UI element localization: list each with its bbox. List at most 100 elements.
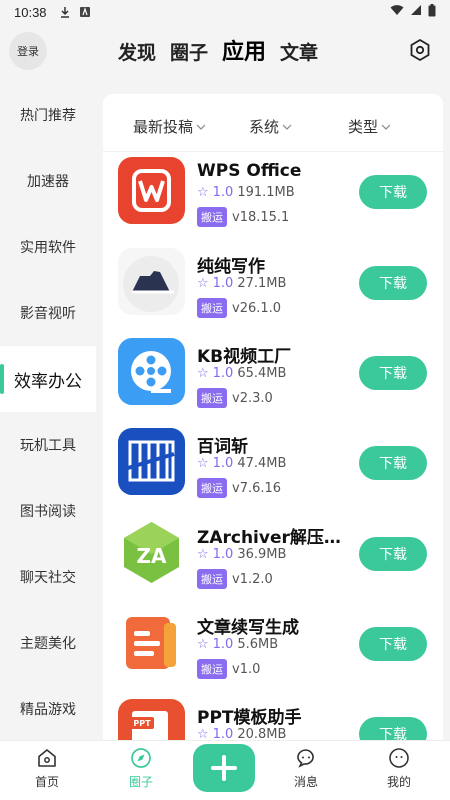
app-size: 20.8MB [237, 727, 287, 740]
star-icon: ☆ [197, 547, 209, 562]
app-row-kbvideo[interactable]: KB视频工厂 ☆ 1.0 65.4MB 搬运 v2.3.0 下载 [103, 338, 443, 428]
app-row-baicizhan[interactable]: 百词斩 ☆ 1.0 47.4MB 搬运 v7.6.16 下载 [103, 428, 443, 518]
type-filter[interactable]: 类型 [348, 116, 391, 137]
sidebar-item-social[interactable]: 聊天社交 [0, 544, 96, 610]
app-version: v1.0 [232, 661, 261, 677]
app-rating: 1.0 [212, 276, 234, 291]
sidebar-item-media[interactable]: 影音视听 [0, 280, 96, 346]
download-button[interactable]: 下载 [359, 446, 427, 480]
download-button[interactable]: 下载 [359, 356, 427, 390]
repost-badge: 搬运 [197, 569, 227, 589]
profile-face-icon [389, 748, 409, 768]
app-tags: 搬运 v1.2.0 [197, 569, 273, 589]
category-sidebar: 热门推荐 加速器 实用软件 影音视听 效率办公 玩机工具 图书阅读 聊天社交 主… [0, 82, 96, 740]
plus-icon [211, 755, 237, 781]
app-size: 191.1MB [237, 185, 295, 200]
app-list-panel: 最新投稿 系统 类型 WPS Office ☆ 1.0 191.1MB 搬运 v… [103, 94, 443, 740]
sidebar-item-accelerator[interactable]: 加速器 [0, 148, 96, 214]
sidebar-item-office[interactable]: 效率办公 [0, 346, 96, 412]
compass-icon [131, 748, 151, 768]
app-rating: 1.0 [212, 456, 234, 471]
login-button[interactable]: 登录 [9, 32, 47, 70]
tab-articles[interactable]: 文章 [280, 38, 318, 65]
app-name: PPT模板助手 [197, 708, 302, 728]
notification-icon [79, 6, 91, 18]
app-name: ZArchiver解压缩… [197, 528, 347, 548]
star-icon: ☆ [197, 366, 209, 381]
download-button[interactable]: 下载 [359, 266, 427, 300]
app-row-ppt[interactable]: PPT PPT模板助手 ☆ 1.0 20.8MB 下载 [103, 699, 443, 740]
nav-messages[interactable]: 消息 [276, 747, 336, 790]
app-size: 36.9MB [237, 547, 287, 562]
sidebar-item-books[interactable]: 图书阅读 [0, 478, 96, 544]
svg-text:PPT: PPT [133, 719, 151, 728]
chevron-down-icon [381, 124, 391, 130]
app-tags: 搬运 v1.0 [197, 659, 260, 679]
nav-circle-label: 圈子 [128, 775, 153, 789]
chevron-down-icon [196, 124, 206, 130]
sidebar-item-themes[interactable]: 主题美化 [0, 610, 96, 676]
app-tags: 搬运 v7.6.16 [197, 478, 281, 498]
add-button[interactable] [193, 744, 255, 792]
chevron-down-icon [282, 124, 292, 130]
nav-home[interactable]: 首页 [17, 747, 77, 790]
app-meta: ☆ 1.0 36.9MB [197, 547, 286, 562]
sort-filter-label: 最新投稿 [133, 118, 194, 136]
chat-bubble-icon [297, 749, 314, 768]
app-meta: ☆ 1.0 191.1MB [197, 185, 295, 200]
nav-mine[interactable]: 我的 [369, 747, 429, 790]
battery-icon [428, 3, 436, 21]
app-version: v26.1.0 [232, 300, 282, 316]
sidebar-item-tools[interactable]: 玩机工具 [0, 412, 96, 478]
star-icon: ☆ [197, 456, 209, 471]
star-icon: ☆ [197, 637, 209, 652]
repost-badge: 搬运 [197, 298, 227, 318]
wifi-icon [390, 4, 404, 20]
status-bar: 10:38 [0, 0, 450, 24]
nav-messages-label: 消息 [293, 775, 318, 789]
svg-text:ZA: ZA [137, 544, 168, 568]
app-row-article-writer[interactable]: 文章续写生成 ☆ 1.0 5.6MB 搬运 v1.0 下载 [103, 609, 443, 699]
app-name: 纯纯写作 [197, 257, 265, 277]
repost-badge: 搬运 [197, 659, 227, 679]
signal-icon [410, 4, 422, 20]
app-version: v18.15.1 [232, 209, 290, 225]
star-icon: ☆ [197, 276, 209, 291]
app-size: 47.4MB [237, 456, 287, 471]
download-button[interactable]: 下载 [359, 717, 427, 740]
system-filter[interactable]: 系统 [249, 116, 292, 137]
app-version: v2.3.0 [232, 390, 273, 406]
settings-icon[interactable] [408, 38, 432, 62]
tab-apps[interactable]: 应用 [222, 34, 266, 66]
nav-circle[interactable]: 圈子 [111, 747, 171, 790]
app-row-wps[interactable]: WPS Office ☆ 1.0 191.1MB 搬运 v18.15.1 下载 [103, 157, 443, 247]
app-rating: 1.0 [212, 547, 234, 562]
app-name: KB视频工厂 [197, 347, 292, 367]
filter-bar: 最新投稿 系统 类型 [103, 94, 443, 152]
download-button[interactable]: 下载 [359, 175, 427, 209]
app-meta: ☆ 1.0 27.1MB [197, 276, 286, 291]
app-tags: 搬运 v2.3.0 [197, 388, 273, 408]
app-size: 65.4MB [237, 366, 287, 381]
app-tags: 搬运 v26.1.0 [197, 298, 281, 318]
tab-discover[interactable]: 发现 [118, 38, 156, 65]
app-size: 5.6MB [237, 637, 279, 652]
download-button[interactable]: 下载 [359, 537, 427, 571]
app-meta: ☆ 1.0 20.8MB [197, 727, 286, 740]
star-icon: ☆ [197, 185, 209, 200]
wps-office-icon [118, 157, 185, 224]
app-rating: 1.0 [212, 727, 234, 740]
sidebar-item-utility[interactable]: 实用软件 [0, 214, 96, 280]
app-meta: ☆ 1.0 65.4MB [197, 366, 286, 381]
app-row-zarchiver[interactable]: ZA ZArchiver解压缩… ☆ 1.0 36.9MB 搬运 v1.2.0 … [103, 519, 443, 609]
app-version: v1.2.0 [232, 571, 273, 587]
app-row-writing[interactable]: 纯纯写作 ☆ 1.0 27.1MB 搬运 v26.1.0 下载 [103, 248, 443, 338]
sidebar-item-games[interactable]: 精品游戏 [0, 676, 96, 742]
sort-filter[interactable]: 最新投稿 [133, 116, 206, 137]
app-meta: ☆ 1.0 47.4MB [197, 456, 286, 471]
download-button[interactable]: 下载 [359, 627, 427, 661]
app-meta: ☆ 1.0 5.6MB [197, 637, 278, 652]
tab-circle[interactable]: 圈子 [170, 38, 208, 65]
sidebar-item-hot[interactable]: 热门推荐 [0, 82, 96, 148]
app-name: 百词斩 [197, 437, 248, 457]
